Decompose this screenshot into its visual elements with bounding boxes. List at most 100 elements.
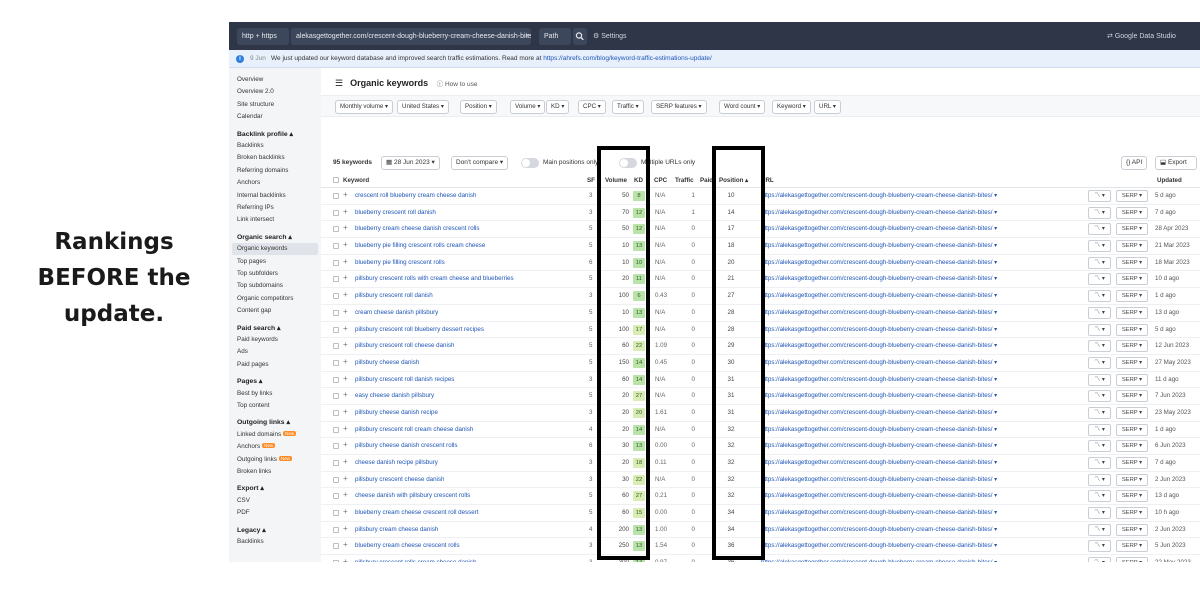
trend-button[interactable]: 〽 ▾ bbox=[1088, 340, 1111, 353]
trend-button[interactable]: 〽 ▾ bbox=[1088, 206, 1111, 219]
trend-button[interactable]: 〽 ▾ bbox=[1088, 373, 1111, 386]
sidebar-item[interactable]: Paid pages bbox=[237, 361, 269, 368]
url-link[interactable]: https://alekasgettogether.com/crescent-d… bbox=[761, 426, 997, 433]
add-keyword-icon[interactable]: + bbox=[343, 557, 348, 562]
trend-button[interactable]: 〽 ▾ bbox=[1088, 356, 1111, 369]
sidebar-item[interactable]: Referring domains bbox=[237, 167, 288, 174]
filter-button[interactable]: Monthly volume ▾ bbox=[335, 100, 394, 114]
sidebar-section-title[interactable]: Paid search ▴ bbox=[237, 324, 280, 332]
add-keyword-icon[interactable]: + bbox=[343, 407, 348, 416]
sidebar-item[interactable]: Link intersect bbox=[237, 216, 274, 223]
select-all-checkbox[interactable] bbox=[333, 177, 339, 183]
keyword-link[interactable]: crescent roll blueberry cream cheese dan… bbox=[355, 192, 476, 199]
serp-button[interactable]: SERP ▾ bbox=[1116, 473, 1148, 486]
filter-button[interactable]: Traffic ▾ bbox=[612, 100, 644, 114]
keyword-link[interactable]: blueberry pie filling crescent rolls bbox=[355, 259, 445, 266]
serp-button[interactable]: SERP ▾ bbox=[1116, 406, 1148, 419]
serp-button[interactable]: SERP ▾ bbox=[1116, 557, 1148, 562]
url-link[interactable]: https://alekasgettogether.com/crescent-d… bbox=[761, 242, 997, 249]
trend-button[interactable]: 〽 ▾ bbox=[1088, 507, 1111, 520]
serp-button[interactable]: SERP ▾ bbox=[1116, 223, 1148, 236]
url-link[interactable]: https://alekasgettogether.com/crescent-d… bbox=[761, 225, 997, 232]
export-button[interactable]: ⬓ Export bbox=[1155, 156, 1197, 170]
url-link[interactable]: https://alekasgettogether.com/crescent-d… bbox=[761, 392, 997, 399]
trend-button[interactable]: 〽 ▾ bbox=[1088, 540, 1111, 553]
url-link[interactable]: https://alekasgettogether.com/crescent-d… bbox=[761, 342, 997, 349]
trend-button[interactable]: 〽 ▾ bbox=[1088, 490, 1111, 503]
sidebar-item[interactable]: Anchors New bbox=[237, 443, 276, 450]
keyword-link[interactable]: pillsbury cheese danish recipe bbox=[355, 409, 438, 416]
keyword-link[interactable]: cream cheese danish pillsbury bbox=[355, 309, 438, 316]
sidebar-section-title[interactable]: Backlink profile ▴ bbox=[237, 130, 293, 138]
add-keyword-icon[interactable]: + bbox=[343, 273, 348, 282]
col-keyword[interactable]: Keyword bbox=[343, 177, 369, 184]
trend-button[interactable]: 〽 ▾ bbox=[1088, 406, 1111, 419]
add-keyword-icon[interactable]: + bbox=[343, 190, 348, 199]
sidebar-item[interactable]: Referring IPs bbox=[237, 204, 274, 211]
row-checkbox[interactable] bbox=[333, 259, 339, 266]
sidebar-item[interactable]: Content gap bbox=[237, 307, 271, 314]
add-keyword-icon[interactable]: + bbox=[343, 207, 348, 216]
trend-button[interactable]: 〽 ▾ bbox=[1088, 256, 1111, 269]
sidebar-item[interactable]: Best by links bbox=[237, 390, 272, 397]
keyword-link[interactable]: cheese danish recipe pillsbury bbox=[355, 459, 438, 466]
url-link[interactable]: https://alekasgettogether.com/crescent-d… bbox=[761, 509, 997, 516]
add-keyword-icon[interactable]: + bbox=[343, 440, 348, 449]
keyword-link[interactable]: blueberry crescent roll danish bbox=[355, 209, 436, 216]
serp-button[interactable]: SERP ▾ bbox=[1116, 423, 1148, 436]
url-link[interactable]: https://alekasgettogether.com/crescent-d… bbox=[761, 275, 997, 282]
sidebar-item[interactable]: Organic competitors bbox=[237, 295, 293, 302]
filter-button[interactable]: SERP features ▾ bbox=[651, 100, 707, 114]
trend-button[interactable]: 〽 ▾ bbox=[1088, 473, 1111, 486]
add-keyword-icon[interactable]: + bbox=[343, 240, 348, 249]
url-link[interactable]: https://alekasgettogether.com/crescent-d… bbox=[761, 259, 997, 266]
row-checkbox[interactable] bbox=[333, 543, 339, 550]
serp-button[interactable]: SERP ▾ bbox=[1116, 390, 1148, 403]
serp-button[interactable]: SERP ▾ bbox=[1116, 457, 1148, 469]
sidebar-item[interactable]: Organic keywords bbox=[237, 245, 287, 252]
sidebar-item[interactable]: Linked domains New bbox=[237, 430, 297, 438]
serp-button[interactable]: SERP ▾ bbox=[1116, 490, 1148, 503]
api-button[interactable]: {} API bbox=[1121, 156, 1148, 170]
sidebar-item[interactable]: CSV bbox=[237, 497, 250, 504]
trend-button[interactable]: 〽 ▾ bbox=[1088, 240, 1111, 253]
sidebar-item[interactable]: Overview bbox=[237, 76, 263, 83]
row-checkbox[interactable] bbox=[333, 460, 339, 466]
serp-button[interactable]: SERP ▾ bbox=[1116, 256, 1148, 269]
sidebar-item[interactable]: Broken links bbox=[237, 468, 271, 475]
filter-button[interactable]: KD ▾ bbox=[546, 100, 570, 114]
add-keyword-icon[interactable]: + bbox=[343, 490, 348, 499]
row-checkbox[interactable] bbox=[333, 409, 339, 416]
col-cpc[interactable]: CPC bbox=[654, 177, 667, 184]
trend-button[interactable]: 〽 ▾ bbox=[1088, 323, 1111, 336]
url-link[interactable]: https://alekasgettogether.com/crescent-d… bbox=[761, 326, 997, 333]
row-checkbox[interactable] bbox=[333, 560, 339, 562]
filter-button[interactable]: CPC ▾ bbox=[578, 100, 606, 114]
url-link[interactable]: https://alekasgettogether.com/crescent-d… bbox=[761, 192, 997, 199]
filter-button[interactable]: Keyword ▾ bbox=[772, 100, 811, 114]
row-checkbox[interactable] bbox=[333, 493, 339, 500]
sidebar-item[interactable]: Top subdomains bbox=[237, 282, 283, 289]
trend-button[interactable]: 〽 ▾ bbox=[1088, 523, 1111, 536]
url-link[interactable]: https://alekasgettogether.com/crescent-d… bbox=[761, 376, 997, 383]
compare-select[interactable]: Don't compare ▾ bbox=[451, 156, 509, 170]
col-updated[interactable]: Updated bbox=[1157, 177, 1182, 184]
sidebar-section-title[interactable]: Legacy ▴ bbox=[237, 526, 266, 534]
add-keyword-icon[interactable]: + bbox=[343, 290, 348, 299]
row-checkbox[interactable] bbox=[333, 243, 339, 250]
keyword-link[interactable]: pillsbury crescent roll cream cheese dan… bbox=[355, 426, 473, 433]
row-checkbox[interactable] bbox=[333, 510, 339, 517]
serp-button[interactable]: SERP ▾ bbox=[1116, 523, 1148, 536]
sidebar-item[interactable]: Backlinks bbox=[237, 538, 264, 545]
row-checkbox[interactable] bbox=[333, 293, 339, 300]
serp-button[interactable]: SERP ▾ bbox=[1116, 273, 1148, 286]
mode-select[interactable]: Path bbox=[539, 28, 571, 45]
serp-button[interactable]: SERP ▾ bbox=[1116, 190, 1148, 202]
keyword-link[interactable]: pillsbury crescent roll cheese danish bbox=[355, 342, 454, 349]
url-link[interactable]: https://alekasgettogether.com/crescent-d… bbox=[761, 442, 997, 449]
col-sf[interactable]: SF bbox=[587, 177, 595, 184]
keyword-link[interactable]: blueberry pie filling crescent rolls cre… bbox=[355, 242, 485, 249]
trend-button[interactable]: 〽 ▾ bbox=[1088, 190, 1111, 202]
url-link[interactable]: https://alekasgettogether.com/crescent-d… bbox=[761, 309, 997, 316]
sidebar-section-title[interactable]: Pages ▴ bbox=[237, 377, 262, 385]
